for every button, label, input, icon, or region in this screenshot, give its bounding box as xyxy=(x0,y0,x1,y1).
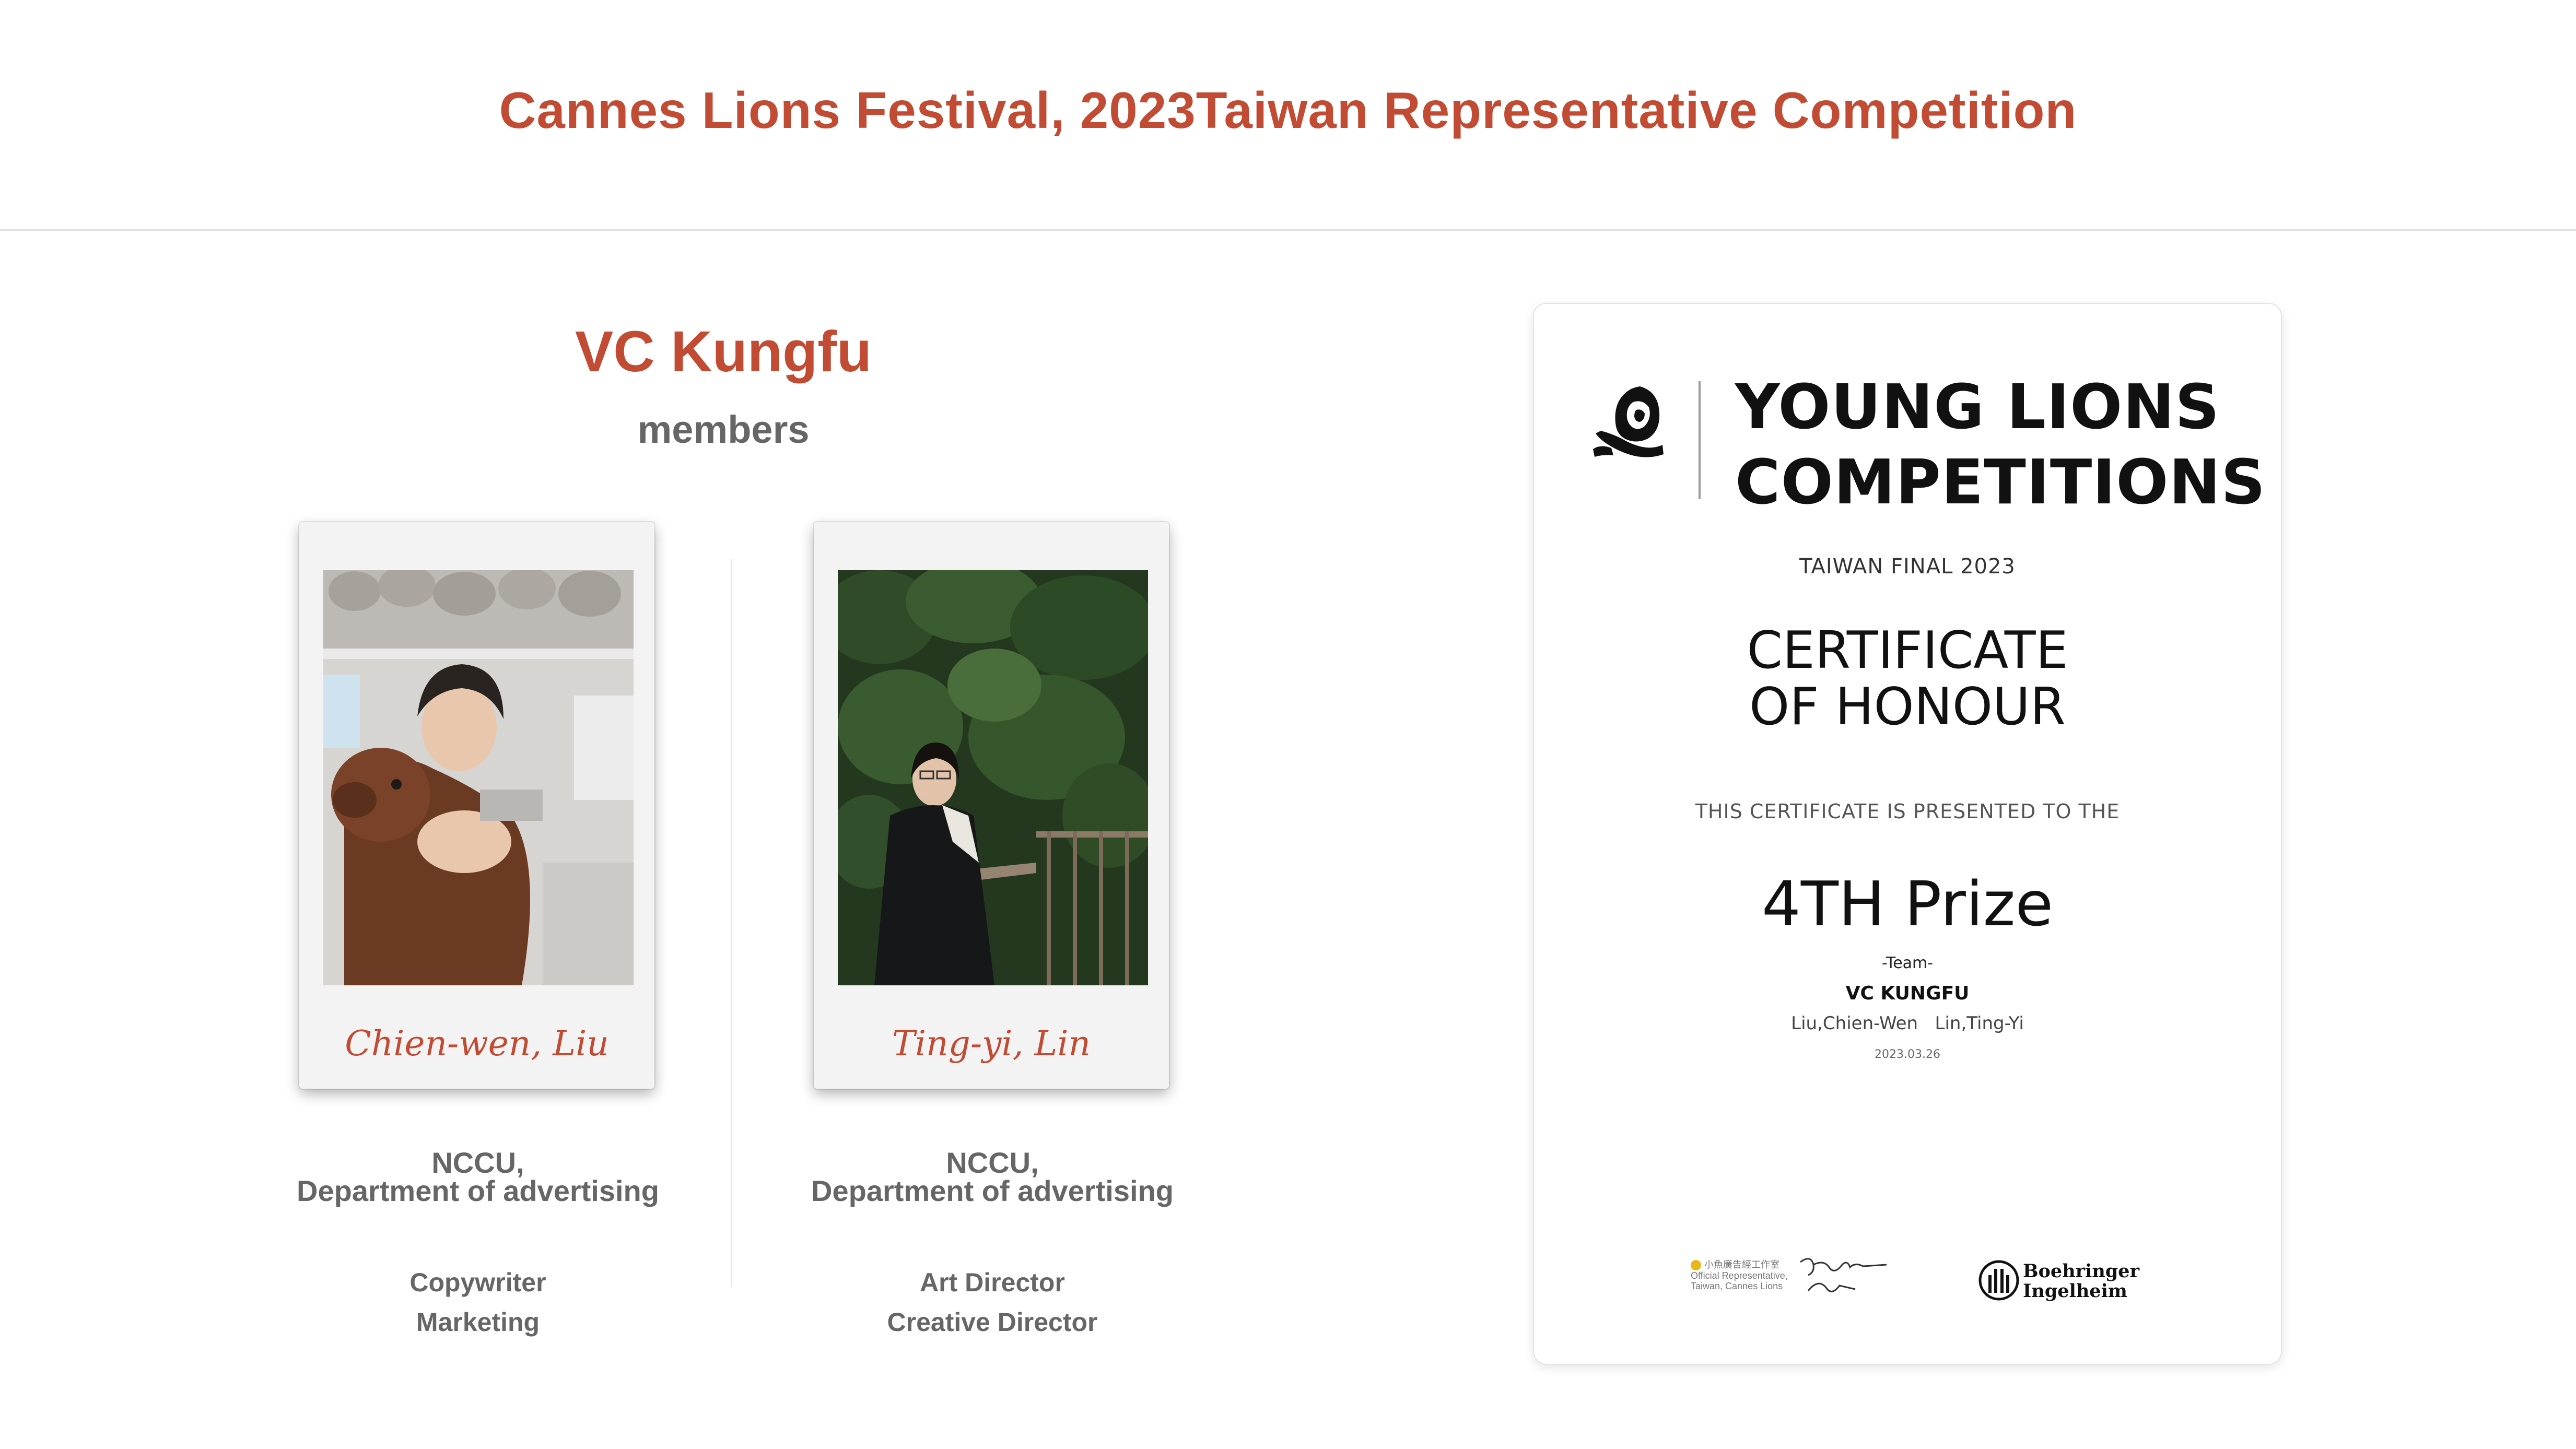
member-caption: Ting-yi, Lin xyxy=(892,1023,1091,1064)
member-photo-card: Chien-wen, Liu xyxy=(299,522,654,1089)
member-role: Marketing xyxy=(416,1307,540,1337)
member-school-line: NCCU, xyxy=(431,1146,524,1179)
member-role: Copywriter xyxy=(409,1268,546,1297)
certificate-members: Liu,Chien-Wen Lin,Ting-Yi xyxy=(1791,1013,2024,1034)
member-photo xyxy=(838,570,1148,985)
member-role: Creative Director xyxy=(887,1307,1098,1337)
header-divider xyxy=(0,229,2576,231)
certificate-card: YOUNG LIONS COMPETITIONS TAIWAN FINAL 20… xyxy=(1533,303,2282,1365)
sponsor-line: Taiwan, Cannes Lions xyxy=(1691,1281,1783,1292)
certificate-prize: 4TH Prize xyxy=(1761,868,2054,940)
member-separator xyxy=(731,559,732,1287)
page-title: Cannes Lions Festival, 2023Taiwan Repres… xyxy=(499,81,2077,139)
certificate-heading-line: YOUNG LIONS xyxy=(1735,371,2220,443)
certificate-heading: YOUNG LIONS COMPETITIONS xyxy=(1735,369,2266,520)
member-roles: Art Director Creative Director xyxy=(757,1263,1227,1342)
certificate-divider xyxy=(1699,381,1701,499)
member-school: NCCU, Department of advertising xyxy=(243,1146,713,1207)
member-caption: Chien-wen, Liu xyxy=(345,1023,609,1064)
member-photo-card: Ting-yi, Lin xyxy=(814,522,1169,1089)
certificate-heading-line: COMPETITIONS xyxy=(1735,446,2266,518)
boehringer-logo: Boehringer Ingelheim xyxy=(1978,1259,2139,1306)
member-info: NCCU, Department of advertising Copywrit… xyxy=(243,1146,713,1342)
team-subtitle: members xyxy=(637,408,810,451)
member-school-line: NCCU, xyxy=(946,1146,1039,1179)
certificate-team-name: VC KUNGFU xyxy=(1845,983,1970,1004)
certificate-date: 2023.03.26 xyxy=(1875,1048,1940,1061)
certificate-presented-text: THIS CERTIFICATE IS PRESENTED TO THE xyxy=(1695,800,2120,823)
member-school: NCCU, Department of advertising xyxy=(757,1146,1227,1207)
lion-logo-icon xyxy=(1593,386,1664,457)
boehringer-logo-icon xyxy=(1978,1260,2019,1301)
certificate-team-label: -Team- xyxy=(1881,954,1934,972)
member-info: NCCU, Department of advertising Art Dire… xyxy=(757,1146,1227,1342)
boehringer-line: Boehringer xyxy=(2023,1260,2140,1282)
certificate-subheading: TAIWAN FINAL 2023 xyxy=(1799,555,2016,579)
certificate-title-line: OF HONOUR xyxy=(1749,677,2066,737)
member-role: Art Director xyxy=(920,1268,1065,1297)
sponsor-logo: 小魚廣告經工作室 Official Representative, Taiwan… xyxy=(1691,1259,1788,1291)
sponsor-icon xyxy=(1691,1260,1701,1271)
team-name: VC Kungfu xyxy=(575,320,872,384)
sponsor-line: Official Representative, xyxy=(1691,1270,1788,1281)
boehringer-name: Boehringer Ingelheim xyxy=(2023,1262,2139,1301)
member-school-line: Department of advertising xyxy=(811,1174,1174,1207)
sponsor-name: 小魚廣告經工作室 xyxy=(1704,1259,1779,1270)
member-school-line: Department of advertising xyxy=(297,1174,659,1207)
signature-icon xyxy=(1800,1258,1887,1292)
boehringer-line: Ingelheim xyxy=(2023,1280,2127,1302)
member-roles: Copywriter Marketing xyxy=(243,1263,713,1342)
member-photo xyxy=(323,570,634,985)
certificate-title-line: CERTIFICATE xyxy=(1747,621,2068,680)
certificate-title: CERTIFICATE OF HONOUR xyxy=(1534,622,2281,735)
